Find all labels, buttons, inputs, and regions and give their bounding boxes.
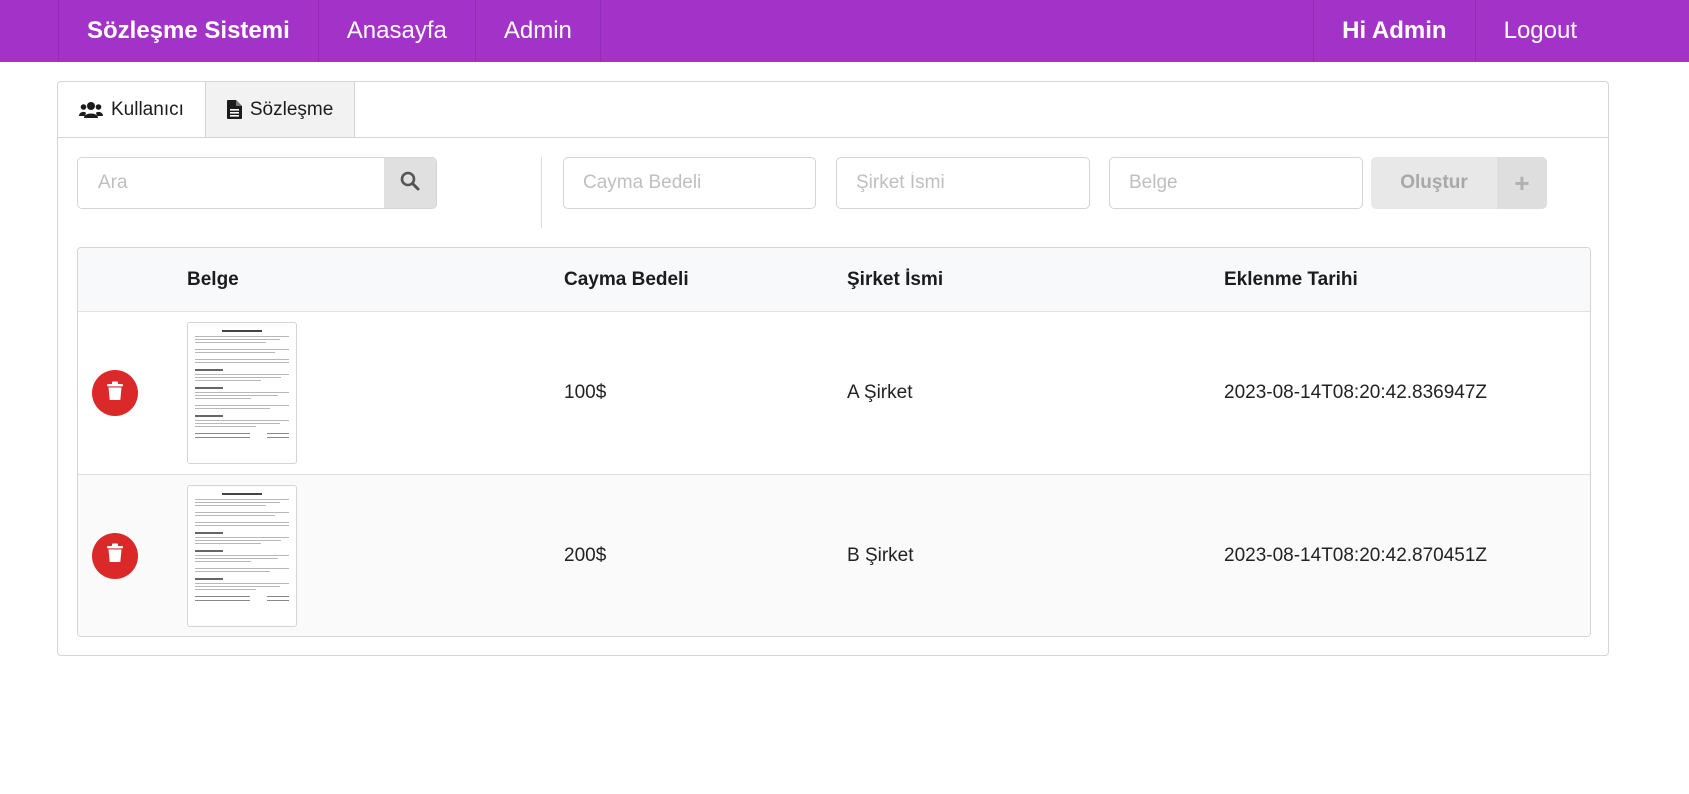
tab-users-label: Kullanıcı <box>111 98 184 120</box>
logout-link[interactable]: Logout <box>1476 0 1605 62</box>
tab-bar: Kullanıcı Sözleşme <box>58 82 1608 138</box>
table-row: 200$ B Şirket 2023-08-14T08:20:42.870451… <box>78 474 1590 636</box>
main-card: Kullanıcı Sözleşme Ara Cayma Bedeli Şirk… <box>57 81 1609 656</box>
nav-left-group: Sözleşme Sistemi Anasayfa Admin <box>58 0 601 62</box>
sirket-ismi-cell: A Şirket <box>847 382 913 403</box>
tab-contracts[interactable]: Sözleşme <box>205 82 356 137</box>
nav-link-home[interactable]: Anasayfa <box>319 0 476 62</box>
table-row: 100$ A Şirket 2023-08-14T08:20:42.836947… <box>78 312 1590 474</box>
delete-button[interactable] <box>92 370 138 416</box>
brand-link[interactable]: Sözleşme Sistemi <box>59 0 319 62</box>
column-header-cayma-bedeli[interactable]: Cayma Bedeli <box>564 269 689 291</box>
eklenme-tarihi-cell: 2023-08-14T08:20:42.870451Z <box>1224 544 1488 566</box>
search-button[interactable] <box>384 158 436 208</box>
tab-contracts-label: Sözleşme <box>249 98 334 120</box>
column-header-sirket-ismi[interactable]: Şirket İsmi <box>847 269 943 291</box>
tab-users[interactable]: Kullanıcı <box>58 82 206 137</box>
file-icon <box>226 100 242 119</box>
belge-input[interactable] <box>1109 157 1363 209</box>
trash-icon <box>106 381 124 406</box>
sirket-ismi-input[interactable] <box>836 157 1090 209</box>
table-header: Belge Cayma Bedeli Şirket İsmi Eklenme T… <box>78 248 1590 312</box>
users-icon <box>79 101 103 119</box>
nav-link-admin[interactable]: Admin <box>476 0 601 62</box>
cayma-bedeli-cell: 200$ <box>564 544 607 566</box>
document-thumbnail[interactable] <box>187 322 297 464</box>
nav-right-group: Hi Admin Logout <box>1313 0 1605 62</box>
contracts-table: Belge Cayma Bedeli Şirket İsmi Eklenme T… <box>77 247 1591 637</box>
create-button-label: Oluştur <box>1371 157 1497 209</box>
sirket-ismi-cell: B Şirket <box>847 544 914 566</box>
document-thumbnail[interactable] <box>187 484 297 627</box>
eklenme-tarihi-cell: 2023-08-14T08:20:42.836947Z <box>1224 382 1488 403</box>
column-header-belge[interactable]: Belge <box>187 269 239 291</box>
plus-icon: + <box>1497 157 1547 209</box>
cayma-bedeli-cell: 100$ <box>564 382 607 403</box>
search-box <box>77 157 437 209</box>
cayma-bedeli-input[interactable] <box>563 157 816 209</box>
trash-icon <box>106 543 124 568</box>
toolbar: Oluştur + <box>77 157 1591 253</box>
column-header-eklenme-tarihi[interactable]: Eklenme Tarihi <box>1224 269 1358 291</box>
vertical-divider <box>541 157 542 228</box>
search-input[interactable] <box>78 158 384 208</box>
create-button[interactable]: Oluştur + <box>1371 157 1547 209</box>
delete-button[interactable] <box>92 532 138 579</box>
user-greeting: Hi Admin <box>1314 0 1476 62</box>
top-navbar: Sözleşme Sistemi Anasayfa Admin Hi Admin… <box>0 0 1689 62</box>
search-icon <box>400 171 420 196</box>
